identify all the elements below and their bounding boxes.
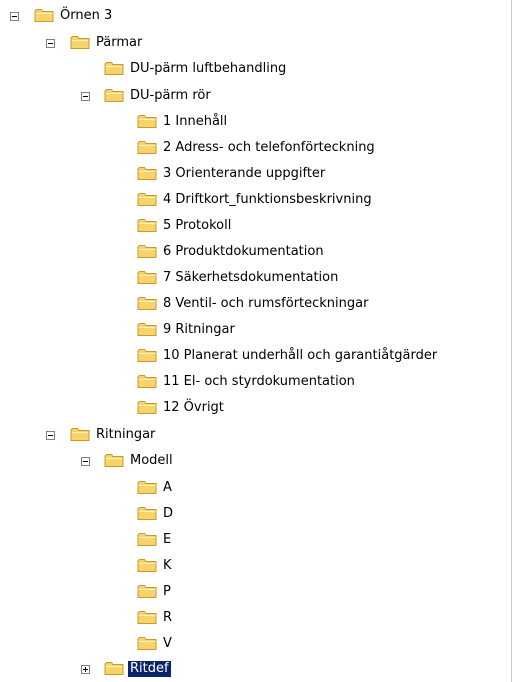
tree-item-label[interactable]: Ritningar: [94, 427, 157, 443]
minus-icon[interactable]: [81, 92, 90, 101]
folder-icon: [137, 506, 157, 521]
tree-item-label[interactable]: 1 Innehåll: [161, 114, 229, 130]
tree-row[interactable]: R: [0, 607, 512, 629]
folder-icon: [104, 453, 124, 468]
folder-icon: [137, 400, 157, 415]
folder-icon: [137, 584, 157, 599]
folder-icon: [137, 166, 157, 181]
tree-item-label[interactable]: DU-pärm luftbehandling: [128, 61, 288, 77]
tree-row[interactable]: Pärmar: [0, 32, 512, 54]
folder-icon: [137, 296, 157, 311]
folder-tree: Örnen 3 Pärmar DU-pärm luftbehandling DU-pä…: [0, 0, 512, 682]
tree-item-label[interactable]: D: [161, 506, 175, 522]
tree-row[interactable]: 4 Driftkort_funktionsbeskrivning: [0, 189, 512, 211]
tree-item-label[interactable]: 12 Övrigt: [161, 400, 226, 416]
minus-icon[interactable]: [10, 12, 19, 21]
tree-row[interactable]: DU-pärm luftbehandling: [0, 58, 512, 80]
folder-icon: [137, 270, 157, 285]
tree-row[interactable]: 7 Säkerhetsdokumentation: [0, 267, 512, 289]
tree-item-label[interactable]: Ritdef: [128, 661, 171, 677]
tree-item-label[interactable]: 6 Produktdokumentation: [161, 244, 326, 260]
tree-item-label[interactable]: E: [161, 532, 173, 548]
tree-item-label[interactable]: Modell: [128, 453, 175, 469]
folder-icon: [137, 140, 157, 155]
folder-icon: [137, 610, 157, 625]
tree-row[interactable]: 5 Protokoll: [0, 215, 512, 237]
tree-row[interactable]: Ritningar: [0, 424, 512, 446]
tree-item-label[interactable]: DU-pärm rör: [128, 88, 213, 104]
tree-item-label[interactable]: 3 Orienterande uppgifter: [161, 166, 327, 182]
tree-row[interactable]: K: [0, 555, 512, 577]
tree-row[interactable]: D: [0, 503, 512, 525]
tree-item-label[interactable]: 5 Protokoll: [161, 218, 233, 234]
tree-item-label[interactable]: 7 Säkerhetsdokumentation: [161, 270, 340, 286]
tree-item-label[interactable]: Pärmar: [94, 35, 144, 51]
tree-row[interactable]: 9 Ritningar: [0, 319, 512, 341]
tree-item-label[interactable]: K: [161, 558, 174, 574]
minus-icon[interactable]: [46, 431, 55, 440]
folder-icon: [70, 35, 90, 50]
folder-icon: [137, 532, 157, 547]
tree-row[interactable]: 12 Övrigt: [0, 397, 512, 419]
tree-row[interactable]: 2 Adress- och telefonförteckning: [0, 137, 512, 159]
tree-item-label[interactable]: 10 Planerat underhåll och garantiåtgärde…: [161, 348, 439, 364]
tree-item-label[interactable]: 2 Adress- och telefonförteckning: [161, 140, 377, 156]
tree-item-label[interactable]: R: [161, 610, 174, 626]
minus-icon[interactable]: [81, 457, 90, 466]
folder-icon: [137, 322, 157, 337]
tree-row[interactable]: 3 Orienterande uppgifter: [0, 163, 512, 185]
tree-item-label[interactable]: P: [161, 584, 173, 600]
tree-item-label[interactable]: 4 Driftkort_funktionsbeskrivning: [161, 192, 374, 208]
folder-icon: [34, 8, 54, 23]
plus-icon[interactable]: [81, 665, 90, 674]
tree-row[interactable]: 6 Produktdokumentation: [0, 241, 512, 263]
tree-row[interactable]: P: [0, 581, 512, 603]
tree-item-label[interactable]: 11 El- och styrdokumentation: [161, 374, 357, 390]
tree-row[interactable]: Ritdef: [0, 658, 512, 680]
tree-item-label[interactable]: 8 Ventil- och rumsförteckningar: [161, 296, 370, 312]
folder-icon: [137, 218, 157, 233]
folder-icon: [137, 114, 157, 129]
tree-row[interactable]: 10 Planerat underhåll och garantiåtgärde…: [0, 345, 512, 367]
folder-icon: [104, 661, 124, 676]
folder-icon: [137, 480, 157, 495]
tree-row[interactable]: 8 Ventil- och rumsförteckningar: [0, 293, 512, 315]
folder-icon: [137, 348, 157, 363]
folder-icon: [137, 558, 157, 573]
tree-row[interactable]: DU-pärm rör: [0, 85, 512, 107]
tree-row[interactable]: A: [0, 477, 512, 499]
tree-row[interactable]: V: [0, 633, 512, 655]
tree-item-label[interactable]: A: [161, 480, 174, 496]
tree-item-label[interactable]: Örnen 3: [58, 8, 114, 24]
tree-row[interactable]: Modell: [0, 450, 512, 472]
minus-icon[interactable]: [46, 39, 55, 48]
folder-icon: [137, 244, 157, 259]
tree-row[interactable]: E: [0, 529, 512, 551]
tree-item-label[interactable]: V: [161, 636, 174, 652]
tree-row[interactable]: 11 El- och styrdokumentation: [0, 371, 512, 393]
tree-row[interactable]: 1 Innehåll: [0, 111, 512, 133]
folder-icon: [137, 636, 157, 651]
folder-icon: [104, 88, 124, 103]
tree-item-label[interactable]: 9 Ritningar: [161, 322, 237, 338]
folder-icon: [104, 61, 124, 76]
folder-icon: [70, 427, 90, 442]
folder-icon: [137, 192, 157, 207]
tree-row[interactable]: Örnen 3: [0, 5, 512, 27]
folder-icon: [137, 374, 157, 389]
